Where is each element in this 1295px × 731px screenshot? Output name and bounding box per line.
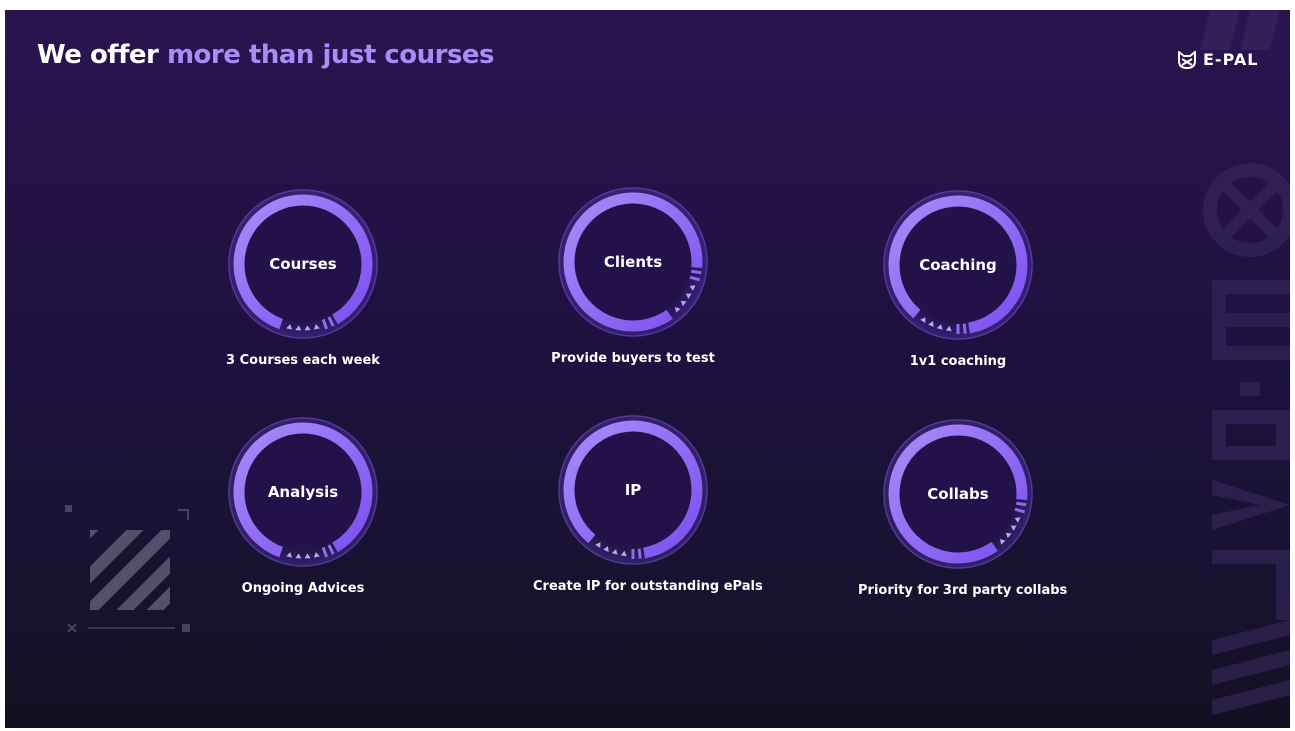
offer-card-courses: Courses 3 Courses each week: [203, 187, 403, 368]
offer-label: Collabs: [927, 485, 989, 503]
offer-card-ip: IP Create IP for outstanding ePals: [533, 413, 763, 594]
offer-caption: Ongoing Advices: [241, 581, 365, 596]
ring-tick: [962, 323, 967, 334]
offer-caption: 1v1 coaching: [909, 354, 1007, 369]
cat-mask-icon: [1178, 50, 1196, 69]
offer-ring: Clients: [556, 185, 710, 339]
offer-card-coaching: Coaching 1v1 coaching: [858, 188, 1058, 369]
offer-ring: Collabs: [881, 417, 1035, 571]
ring-tick: [637, 548, 642, 559]
ring-tick: [1016, 501, 1027, 507]
offer-ring: IP: [556, 413, 710, 567]
offer-card-clients: Clients Provide buyers to test: [533, 185, 733, 366]
slide: We offer more than just courses E-PAL Co…: [5, 10, 1290, 728]
offer-caption: Create IP for outstanding ePals: [533, 579, 763, 594]
offer-caption: 3 Courses each week: [226, 353, 380, 368]
offer-label: Clients: [603, 253, 663, 271]
decorative-stripe-square: [65, 505, 190, 633]
offer-label: Analysis: [267, 483, 339, 501]
page-title: We offer more than just courses: [37, 40, 495, 70]
ring-tick: [691, 269, 702, 275]
title-accent: more than just courses: [166, 40, 495, 70]
offer-card-collabs: Collabs Priority for 3rd party collabs: [858, 417, 1068, 598]
offer-ring: Courses: [226, 187, 380, 341]
offer-label: IP: [624, 481, 642, 499]
offer-card-analysis: Analysis Ongoing Advices: [203, 415, 403, 596]
offer-caption: Priority for 3rd party collabs: [858, 583, 1068, 598]
offer-label: Courses: [269, 255, 337, 273]
offer-label: Coaching: [919, 256, 997, 274]
offer-caption: Provide buyers to test: [551, 351, 715, 366]
offer-ring: Analysis: [226, 415, 380, 569]
title-lead: We offer: [37, 40, 159, 70]
brand-watermark: [1200, 10, 1290, 715]
offer-ring: Coaching: [881, 188, 1035, 342]
